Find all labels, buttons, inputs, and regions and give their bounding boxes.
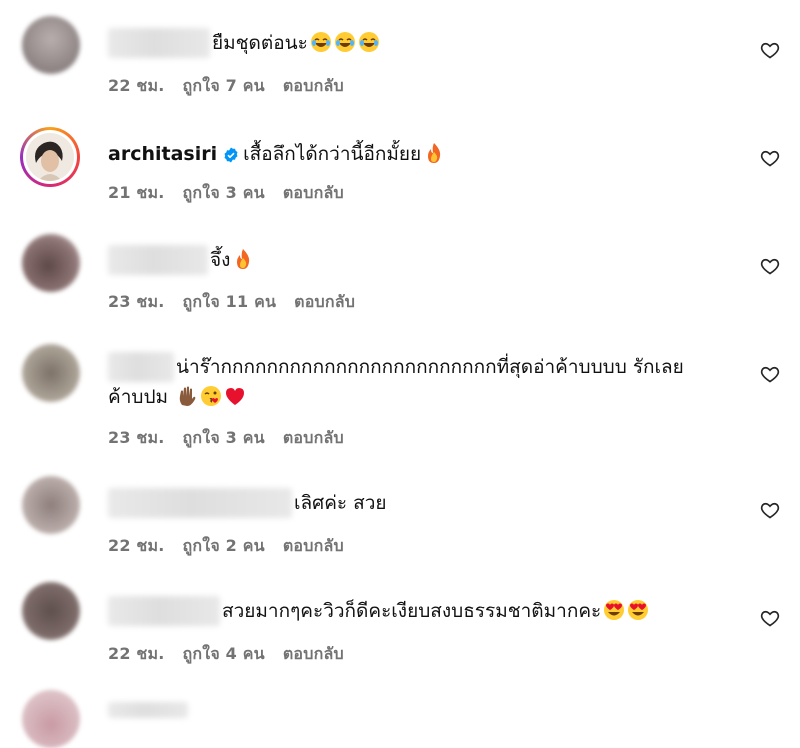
- like-count[interactable]: ถูกใจ 4 คน: [183, 644, 265, 663]
- comment-body: เสื้อลึกได้กว่านี้อีกมั้ยย: [243, 143, 422, 165]
- fire-emoji-icon: [237, 249, 250, 269]
- comment-meta: 22 ชม. ถูกใจ 4 คน ตอบกลับ: [108, 642, 362, 667]
- reply-button[interactable]: ตอบกลับ: [283, 536, 344, 555]
- avatar[interactable]: [22, 476, 80, 534]
- username-blurred[interactable]: [108, 28, 210, 58]
- like-count[interactable]: ถูกใจ 2 คน: [183, 536, 265, 555]
- avatar[interactable]: [22, 690, 80, 748]
- verified-badge-icon: [224, 147, 238, 163]
- username-blurred[interactable]: [108, 702, 188, 718]
- fire-emoji-icon: [428, 143, 441, 163]
- raised-hand-emoji-icon: [179, 386, 196, 406]
- laugh-cry-emoji-icon: [358, 32, 379, 52]
- avatar[interactable]: [22, 234, 80, 292]
- reply-button[interactable]: ตอบกลับ: [283, 428, 344, 447]
- like-heart-icon[interactable]: [760, 364, 780, 384]
- comment-meta: 23 ชม. ถูกใจ 3 คน ตอบกลับ: [108, 426, 362, 451]
- timestamp[interactable]: 23 ชม.: [108, 428, 165, 447]
- username-blurred[interactable]: [108, 596, 220, 626]
- like-heart-icon[interactable]: [760, 40, 780, 60]
- username-blurred[interactable]: [108, 245, 208, 275]
- avatar: [26, 133, 74, 181]
- red-heart-emoji-icon: [226, 388, 245, 405]
- laugh-cry-emoji-icon: [310, 32, 331, 52]
- like-count[interactable]: ถูกใจ 7 คน: [183, 76, 265, 95]
- comment-body: จึ้ง: [210, 249, 231, 271]
- comment-meta: 22 ชม. ถูกใจ 2 คน ตอบกลับ: [108, 534, 362, 559]
- like-heart-icon[interactable]: [760, 256, 780, 276]
- username[interactable]: architasiri: [108, 143, 217, 165]
- like-heart-icon[interactable]: [760, 148, 780, 168]
- laugh-cry-emoji-icon: [334, 32, 355, 52]
- timestamp[interactable]: 22 ชม.: [108, 536, 165, 555]
- comment-text: architasiri เสื้อลึกได้กว่านี้อีกมั้ยย: [108, 139, 445, 169]
- comment-text: เลิศค่ะ สวย: [294, 488, 387, 518]
- comment-body: น่าร๊ากกกกกกกกกกกกกกกกกกกกกกกกที่สุดอ่าค…: [176, 356, 684, 378]
- comment-body-line2: ค้าบปม: [108, 386, 169, 408]
- username-blurred[interactable]: [108, 352, 174, 382]
- avatar[interactable]: [22, 16, 80, 74]
- heart-eyes-emoji-icon: [628, 600, 649, 620]
- like-count[interactable]: ถูกใจ 11 คน: [183, 292, 277, 311]
- like-count[interactable]: ถูกใจ 3 คน: [183, 183, 265, 202]
- comment-text: จึ้ง: [210, 245, 254, 275]
- comment-body: สวยมากๆคะวิวก็ดีคะเงียบสงบธรรมชาติมากคะ: [222, 600, 602, 622]
- username-blurred[interactable]: [108, 488, 292, 518]
- comment-meta: 22 ชม. ถูกใจ 7 คน ตอบกลับ: [108, 74, 362, 99]
- comment-text: ยืมชุดต่อนะ: [212, 28, 380, 58]
- timestamp[interactable]: 22 ชม.: [108, 644, 165, 663]
- comment-meta: 21 ชม. ถูกใจ 3 คน ตอบกลับ: [108, 181, 362, 206]
- heart-eyes-emoji-icon: [604, 600, 625, 620]
- avatar-story-ring[interactable]: [20, 127, 80, 187]
- reply-button[interactable]: ตอบกลับ: [294, 292, 355, 311]
- comment-body: ยืมชุดต่อนะ: [212, 32, 308, 54]
- like-count[interactable]: ถูกใจ 3 คน: [183, 428, 265, 447]
- timestamp[interactable]: 22 ชม.: [108, 76, 165, 95]
- avatar[interactable]: [22, 344, 80, 402]
- timestamp[interactable]: 23 ชม.: [108, 292, 165, 311]
- timestamp[interactable]: 21 ชม.: [108, 183, 165, 202]
- comment-text: สวยมากๆคะวิวก็ดีคะเงียบสงบธรรมชาติมากคะ: [222, 596, 649, 626]
- like-heart-icon[interactable]: [760, 608, 780, 628]
- like-heart-icon[interactable]: [760, 500, 780, 520]
- comment-text-continued: ค้าบปม: [108, 382, 246, 412]
- avatar[interactable]: [22, 582, 80, 640]
- reply-button[interactable]: ตอบกลับ: [283, 183, 344, 202]
- comment-text: น่าร๊ากกกกกกกกกกกกกกกกกกกกกกกกที่สุดอ่าค…: [176, 352, 684, 382]
- kiss-face-emoji-icon: [201, 386, 222, 406]
- reply-button[interactable]: ตอบกลับ: [283, 76, 344, 95]
- comment-body: เลิศค่ะ สวย: [294, 492, 387, 514]
- reply-button[interactable]: ตอบกลับ: [283, 644, 344, 663]
- comment-meta: 23 ชม. ถูกใจ 11 คน ตอบกลับ: [108, 290, 373, 315]
